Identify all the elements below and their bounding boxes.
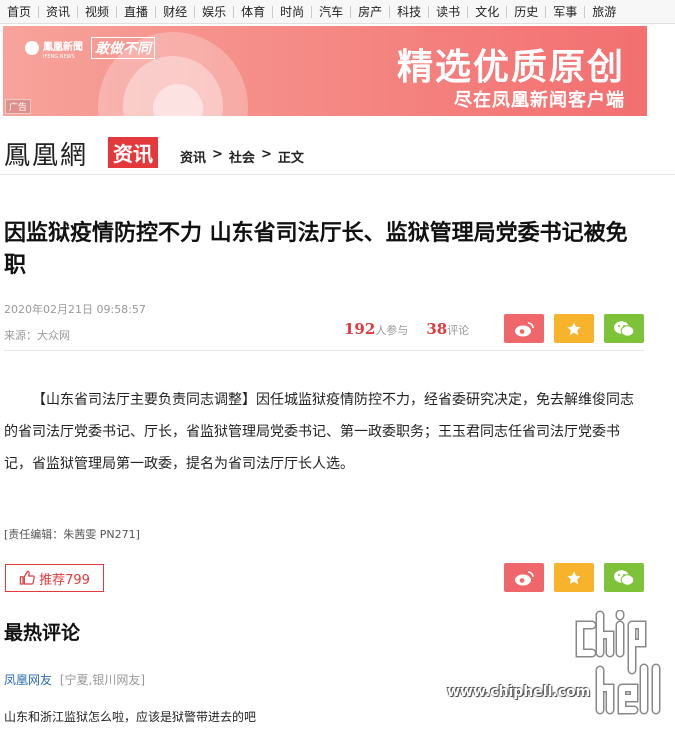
article-body: 【山东省司法厅主要负责同志调整】因任城监狱疫情防控不力，经省委研究决定，免去解维… (4, 392, 634, 472)
nav-item-news[interactable]: 资讯 (39, 5, 79, 18)
breadcrumb-society[interactable]: 社会 (229, 147, 255, 166)
nav-item-books[interactable]: 读书 (429, 5, 469, 18)
banner-logo-sub: IFENG.NEWS (43, 54, 75, 60)
comment-username[interactable]: 凤凰网友 (4, 673, 52, 687)
share-wechat-button[interactable] (604, 563, 644, 592)
recommend-button[interactable]: 推荐799 (5, 564, 104, 592)
star-icon (567, 570, 581, 584)
breadcrumb-current: 正文 (277, 151, 304, 166)
nav-item-finance[interactable]: 财经 (156, 5, 196, 18)
responsible-editor: [责任编辑：朱茜雯 PN271] (4, 528, 140, 541)
article-title: 因监狱疫情防控不力 山东省司法厅长、监狱管理局党委书记被免职 (4, 221, 628, 278)
channel-tag[interactable]: 资讯 (108, 137, 158, 168)
site-logo[interactable]: 鳳凰網 (4, 135, 88, 172)
nav-item-home[interactable]: 首页 (0, 5, 40, 18)
favorite-button[interactable] (554, 314, 594, 343)
nav-item-fashion[interactable]: 时尚 (273, 5, 313, 18)
nav-item-history[interactable]: 历史 (507, 5, 547, 18)
breadcrumb: 资讯 > 社会 > 正文 (180, 147, 304, 166)
favorite-button[interactable] (554, 563, 594, 592)
banner-logo: 鳳凰新聞 IFENG.NEWS 敢做不同 (25, 35, 155, 60)
comment-location: [宁夏,银川网友] (59, 673, 146, 687)
weibo-icon (515, 321, 534, 336)
nav-item-video[interactable]: 视频 (78, 5, 118, 18)
nav-item-auto[interactable]: 汽车 (312, 5, 352, 18)
share-weibo-button[interactable] (504, 314, 544, 343)
banner-slogan: 敢做不同 (91, 36, 155, 59)
nav-item-entertainment[interactable]: 娱乐 (195, 5, 235, 18)
top-nav: 首页 资讯 视频 直播 财经 娱乐 体育 时尚 汽车 房产 科技 读书 文化 历… (0, 0, 675, 24)
nav-item-house[interactable]: 房产 (351, 5, 391, 18)
article-date: 2020年02月21日 09:58:57 (4, 303, 146, 316)
share-bar-bottom (504, 563, 644, 592)
nav-item-live[interactable]: 直播 (117, 5, 157, 18)
participants-count[interactable]: 192 (344, 320, 375, 338)
share-bar-top (504, 314, 644, 343)
banner-ad[interactable]: 鳳凰新聞 IFENG.NEWS 敢做不同 精选优质原创 尽在凤凰新闻客户端 广告 (3, 26, 647, 116)
hot-comments-title: 最热评论 (4, 622, 81, 644)
comments-count[interactable]: 38 (426, 320, 447, 338)
site-header: 鳳凰網 资讯 资讯 > 社会 > 正文 (0, 125, 675, 175)
banner-logo-text: 鳳凰新聞 (43, 42, 83, 53)
watermark-site-url: www.chiphell.com (447, 684, 591, 700)
nav-item-sports[interactable]: 体育 (234, 5, 274, 18)
recommend-label: 推荐799 (39, 572, 90, 588)
participants-label: 人参与 (375, 324, 409, 337)
divider (4, 350, 644, 351)
star-icon (567, 321, 581, 335)
share-weibo-button[interactable] (504, 563, 544, 592)
nav-item-tech[interactable]: 科技 (390, 5, 430, 18)
banner-subline: 尽在凤凰新闻客户端 (454, 90, 625, 111)
nav-item-travel[interactable]: 旅游 (585, 6, 623, 18)
breadcrumb-news[interactable]: 资讯 (180, 147, 206, 166)
weibo-icon (515, 570, 534, 585)
wechat-icon (614, 569, 635, 586)
chiphell-watermark-logo (575, 610, 661, 715)
wechat-icon (614, 320, 635, 337)
comment-author: 凤凰网友 [宁夏,银川网友] (4, 671, 145, 688)
nav-item-culture[interactable]: 文化 (468, 5, 508, 18)
comments-label: 评论 (447, 324, 470, 337)
thumbs-up-icon (19, 570, 35, 585)
article-stats: 192 人参与 38 评论 (344, 320, 469, 338)
share-wechat-button[interactable] (604, 314, 644, 343)
breadcrumb-separator: > (212, 147, 223, 162)
phoenix-logo-icon (25, 40, 39, 55)
nav-item-military[interactable]: 军事 (546, 5, 586, 18)
banner-headline: 精选优质原创 (396, 47, 625, 88)
ad-label: 广告 (5, 99, 32, 114)
comment-text: 山东和浙江监狱怎么啦，应该是狱警带进去的吧 (4, 710, 257, 724)
article-source[interactable]: 来源：大众网 (4, 327, 70, 343)
breadcrumb-separator: > (260, 147, 272, 162)
